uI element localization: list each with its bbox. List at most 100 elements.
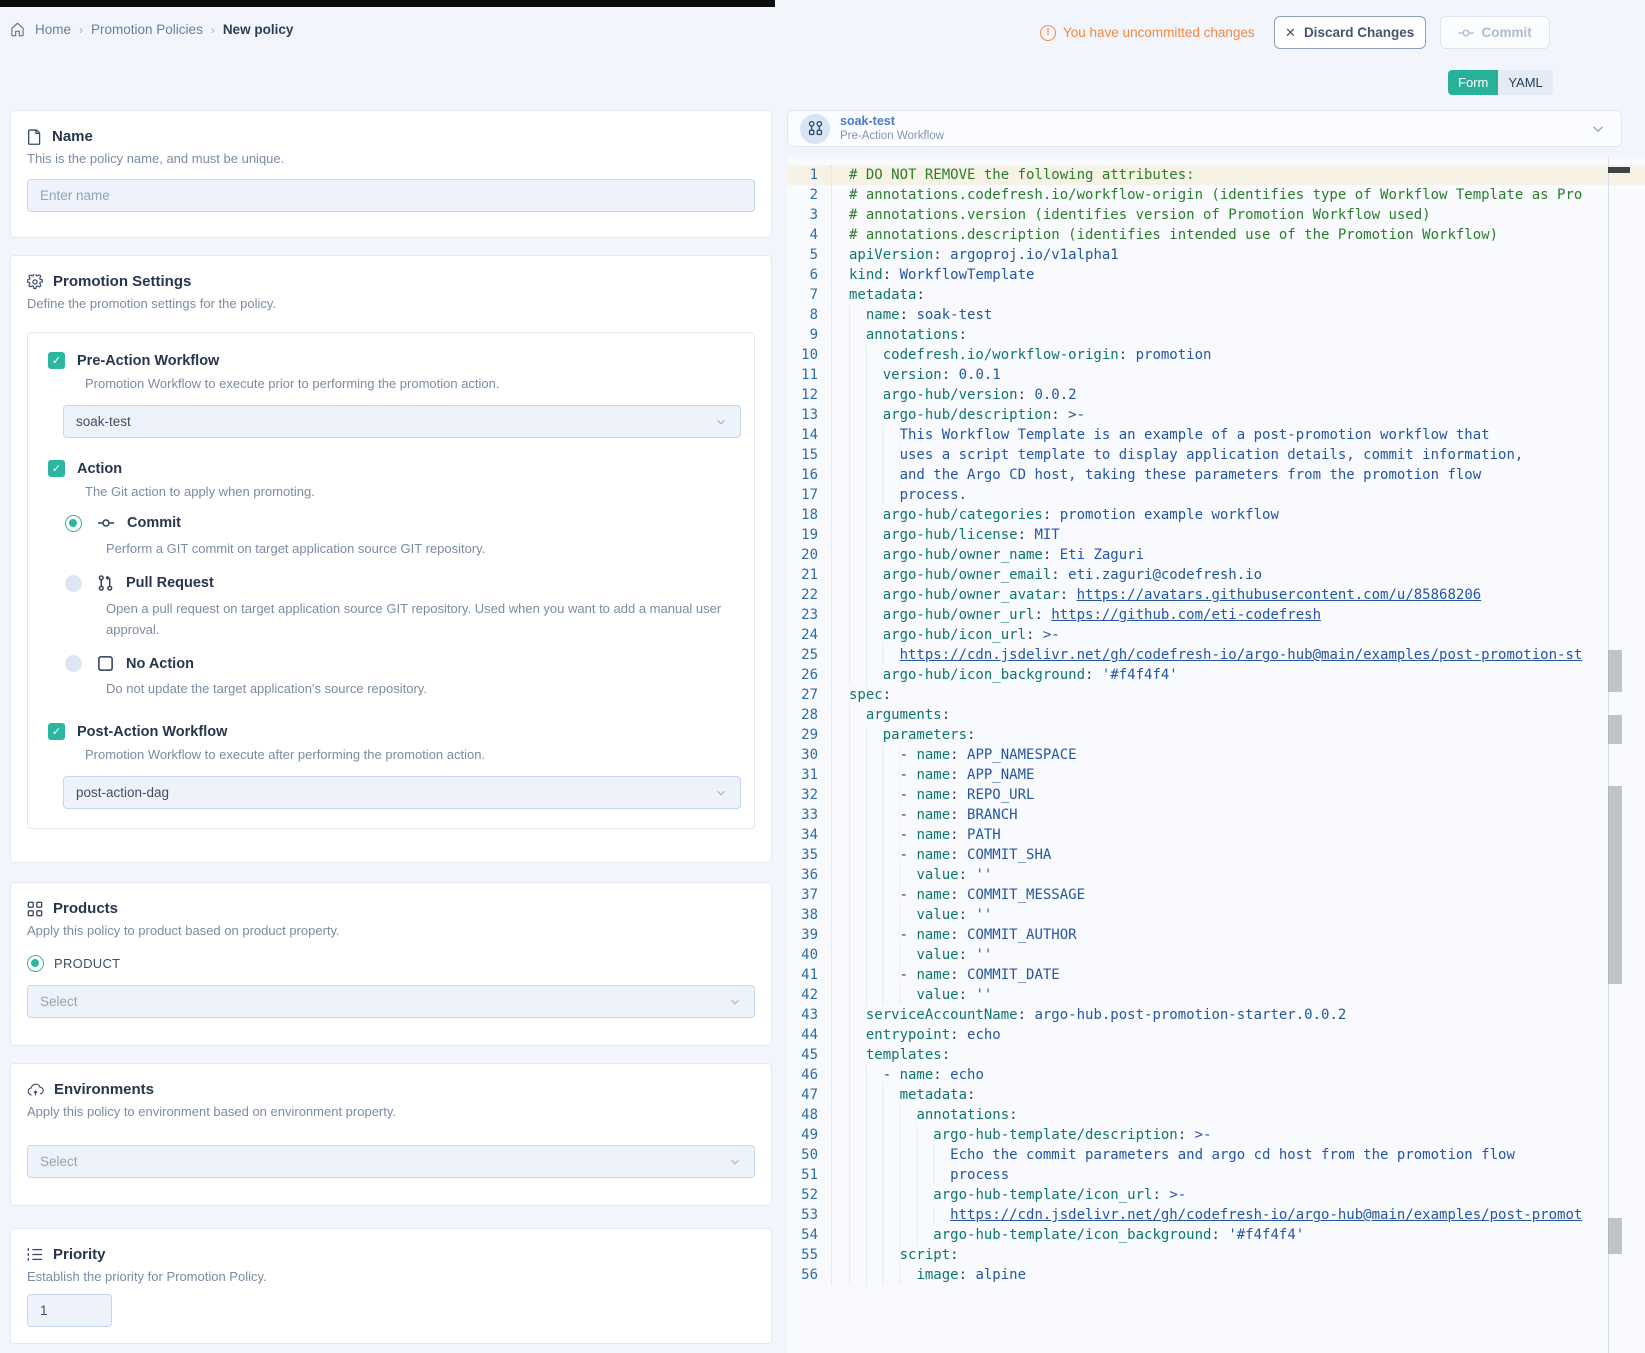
no-action-radio[interactable] — [65, 655, 82, 672]
code-line-text: - name: echo — [832, 1065, 984, 1085]
code-line[interactable]: 33 - name: BRANCH — [787, 805, 1645, 825]
post-action-workflow-select[interactable]: post-action-dag — [63, 776, 741, 809]
code-line[interactable]: 23 argo-hub/owner_url: https://github.co… — [787, 605, 1645, 625]
code-line[interactable]: 31 - name: APP_NAME — [787, 765, 1645, 785]
code-line[interactable]: 39 - name: COMMIT_AUTHOR — [787, 925, 1645, 945]
code-line[interactable]: 32 - name: REPO_URL — [787, 785, 1645, 805]
priority-field[interactable] — [27, 1294, 112, 1327]
tab-yaml[interactable]: YAML — [1498, 70, 1552, 95]
code-line[interactable]: 45 templates: — [787, 1045, 1645, 1065]
code-line[interactable]: 53 https://cdn.jsdelivr.net/gh/codefresh… — [787, 1205, 1645, 1225]
code-line[interactable]: 54 argo-hub-template/icon_background: '#… — [787, 1225, 1645, 1245]
policy-name-field[interactable] — [27, 179, 755, 212]
pre-action-workflow-select[interactable]: soak-test — [63, 405, 741, 438]
priority-input[interactable] — [40, 1303, 99, 1318]
code-line[interactable]: 4# annotations.description (identifies i… — [787, 225, 1645, 245]
code-line[interactable]: 16 and the Argo CD host, taking these pa… — [787, 465, 1645, 485]
code-line[interactable]: 47 metadata: — [787, 1085, 1645, 1105]
post-action-checkbox[interactable]: ✓ — [48, 723, 65, 740]
code-line[interactable]: 15 uses a script template to display app… — [787, 445, 1645, 465]
code-line[interactable]: 27spec: — [787, 685, 1645, 705]
code-line[interactable]: 44 entrypoint: echo — [787, 1025, 1645, 1045]
line-number: 42 — [787, 985, 832, 1005]
code-line[interactable]: 49 argo-hub-template/description: >- — [787, 1125, 1645, 1145]
code-line[interactable]: 17 process. — [787, 485, 1645, 505]
collapse-chevron-icon[interactable] — [1589, 120, 1607, 138]
code-line[interactable]: 11 version: 0.0.1 — [787, 365, 1645, 385]
commit-button[interactable]: Commit — [1440, 16, 1550, 49]
commit-radio[interactable] — [65, 515, 82, 532]
code-line[interactable]: 10 codefresh.io/workflow-origin: promoti… — [787, 345, 1645, 365]
code-line[interactable]: 28 arguments: — [787, 705, 1645, 725]
code-line[interactable]: 56 image: alpine — [787, 1265, 1645, 1285]
editor-scrollbar-thumb[interactable] — [1608, 167, 1630, 173]
code-line[interactable]: 14 This Workflow Template is an example … — [787, 425, 1645, 445]
pre-action-checkbox[interactable]: ✓ — [48, 352, 65, 369]
yaml-code-editor[interactable]: 1# DO NOT REMOVE the following attribute… — [787, 157, 1645, 1353]
code-line[interactable]: 30 - name: APP_NAMESPACE — [787, 745, 1645, 765]
code-line[interactable]: 6kind: WorkflowTemplate — [787, 265, 1645, 285]
environments-select[interactable]: Select — [27, 1145, 755, 1178]
code-line[interactable]: 9 annotations: — [787, 325, 1645, 345]
code-line[interactable]: 5apiVersion: argoproj.io/v1alpha1 — [787, 245, 1645, 265]
discard-changes-button[interactable]: ✕ Discard Changes — [1274, 16, 1426, 49]
line-number: 31 — [787, 765, 832, 785]
product-radio-row[interactable]: PRODUCT — [27, 955, 755, 972]
yaml-code-lines: 1# DO NOT REMOVE the following attribute… — [787, 165, 1645, 1285]
home-icon[interactable] — [10, 22, 25, 37]
code-line[interactable]: 37 - name: COMMIT_MESSAGE — [787, 885, 1645, 905]
code-line[interactable]: 12 argo-hub/version: 0.0.2 — [787, 385, 1645, 405]
action-option-no-action[interactable]: No Action — [65, 655, 734, 672]
code-line[interactable]: 50 Echo the commit parameters and argo c… — [787, 1145, 1645, 1165]
code-line[interactable]: 55 script: — [787, 1245, 1645, 1265]
code-line[interactable]: 36 value: '' — [787, 865, 1645, 885]
code-line[interactable]: 40 value: '' — [787, 945, 1645, 965]
breadcrumb-home[interactable]: Home — [35, 22, 71, 37]
code-line[interactable]: 35 - name: COMMIT_SHA — [787, 845, 1645, 865]
line-number: 52 — [787, 1185, 832, 1205]
code-line[interactable]: 25 https://cdn.jsdelivr.net/gh/codefresh… — [787, 645, 1645, 665]
pull-request-radio[interactable] — [65, 575, 82, 592]
priority-card: Priority Establish the priority for Prom… — [10, 1228, 772, 1344]
workflow-editor-header[interactable]: soak-test Pre-Action Workflow — [787, 110, 1622, 147]
code-line[interactable]: 29 parameters: — [787, 725, 1645, 745]
code-line[interactable]: 34 - name: PATH — [787, 825, 1645, 845]
code-line[interactable]: 41 - name: COMMIT_DATE — [787, 965, 1645, 985]
line-number: 30 — [787, 745, 832, 765]
code-line[interactable]: 1# DO NOT REMOVE the following attribute… — [787, 165, 1645, 185]
code-line[interactable]: 26 argo-hub/icon_background: '#f4f4f4' — [787, 665, 1645, 685]
code-line[interactable]: 7metadata: — [787, 285, 1645, 305]
code-line[interactable]: 19 argo-hub/license: MIT — [787, 525, 1645, 545]
pre-action-workflow-row[interactable]: ✓ Pre-Action Workflow — [48, 352, 734, 369]
code-line[interactable]: 3# annotations.version (identifies versi… — [787, 205, 1645, 225]
products-select-placeholder: Select — [40, 994, 78, 1009]
code-line-text: argo-hub/icon_url: >- — [832, 625, 1060, 645]
code-line[interactable]: 21 argo-hub/owner_email: eti.zaguri@code… — [787, 565, 1645, 585]
code-line[interactable]: 18 argo-hub/categories: promotion exampl… — [787, 505, 1645, 525]
code-line[interactable]: 51 process — [787, 1165, 1645, 1185]
tab-form[interactable]: Form — [1448, 70, 1498, 95]
code-line[interactable]: 42 value: '' — [787, 985, 1645, 1005]
code-line[interactable]: 48 annotations: — [787, 1105, 1645, 1125]
product-radio[interactable] — [27, 955, 44, 972]
code-line[interactable]: 22 argo-hub/owner_avatar: https://avatar… — [787, 585, 1645, 605]
code-line[interactable]: 8 name: soak-test — [787, 305, 1645, 325]
code-line[interactable]: 13 argo-hub/description: >- — [787, 405, 1645, 425]
products-select[interactable]: Select — [27, 985, 755, 1018]
code-line[interactable]: 2# annotations.codefresh.io/workflow-ori… — [787, 185, 1645, 205]
code-line[interactable]: 46 - name: echo — [787, 1065, 1645, 1085]
action-option-pull-request[interactable]: Pull Request — [65, 574, 734, 592]
action-checkbox[interactable]: ✓ — [48, 460, 65, 477]
code-line[interactable]: 52 argo-hub-template/icon_url: >- — [787, 1185, 1645, 1205]
post-action-workflow-row[interactable]: ✓ Post-Action Workflow — [48, 723, 734, 740]
code-line[interactable]: 43 serviceAccountName: argo-hub.post-pro… — [787, 1005, 1645, 1025]
breadcrumb-promotion-policies[interactable]: Promotion Policies — [91, 22, 203, 37]
editor-scrollbar-track[interactable] — [1608, 157, 1609, 1353]
code-line-text: annotations: — [832, 325, 967, 345]
action-row[interactable]: ✓ Action — [48, 460, 734, 477]
code-line[interactable]: 24 argo-hub/icon_url: >- — [787, 625, 1645, 645]
policy-name-input[interactable] — [40, 188, 742, 203]
action-option-commit[interactable]: Commit — [65, 514, 734, 532]
code-line[interactable]: 20 argo-hub/owner_name: Eti Zaguri — [787, 545, 1645, 565]
code-line[interactable]: 38 value: '' — [787, 905, 1645, 925]
